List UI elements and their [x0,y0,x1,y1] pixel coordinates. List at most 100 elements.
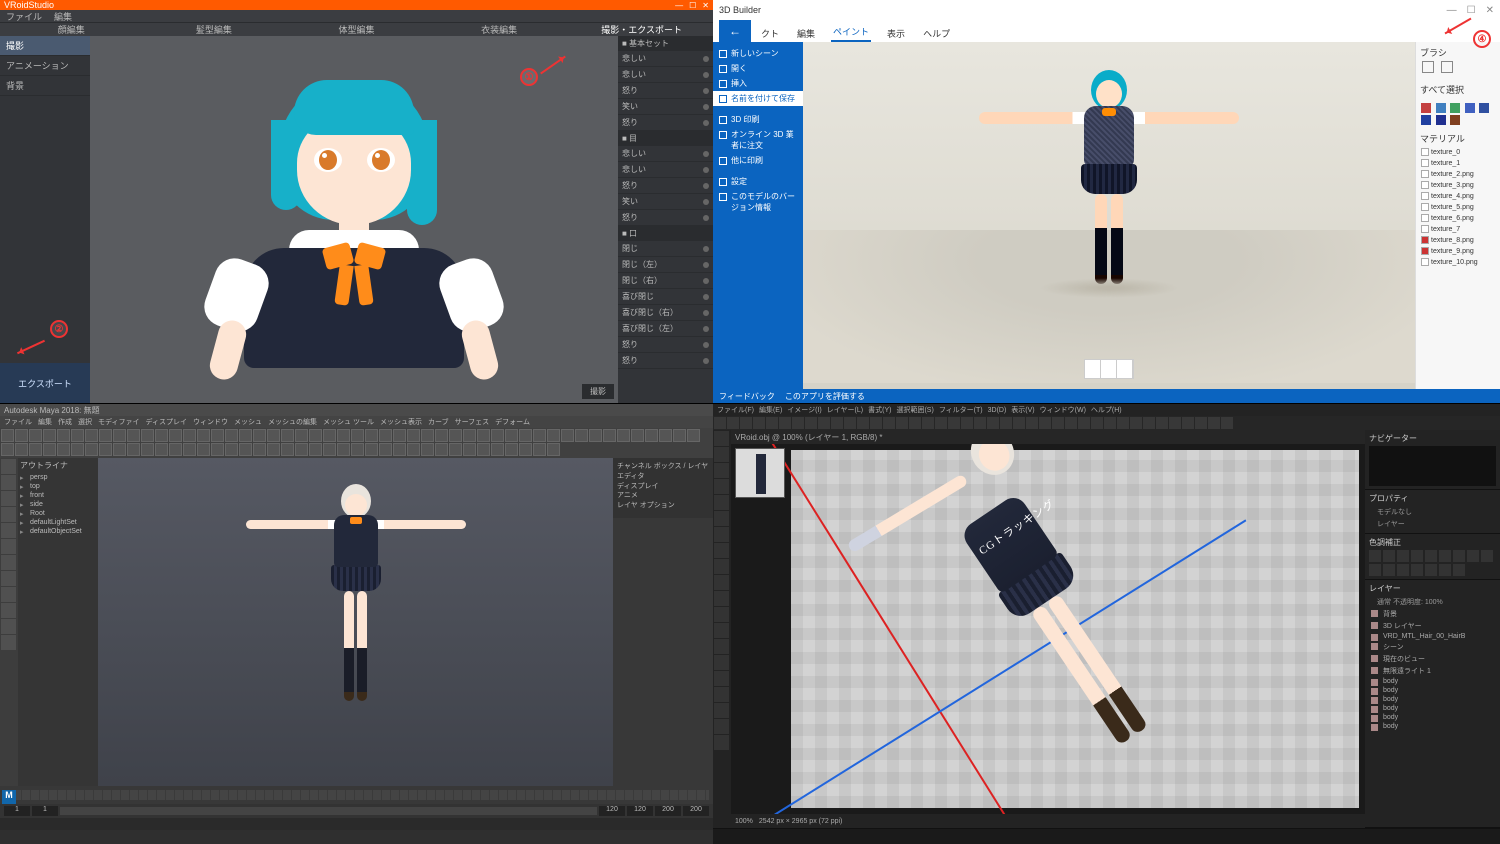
tool-icon[interactable] [1169,417,1181,429]
preset-item[interactable]: 悲しい [618,146,713,162]
shelf-icon[interactable] [225,443,238,456]
shelf-icon[interactable] [113,429,126,442]
tool-icon[interactable] [714,703,729,718]
adjust-icon[interactable] [1467,550,1479,562]
texture-row[interactable]: texture_8.png [1420,235,1496,245]
texture-row[interactable]: texture_5.png [1420,202,1496,212]
texture-row[interactable]: texture_10.png [1420,257,1496,267]
shelf-icon[interactable] [603,429,616,442]
builder-viewport[interactable] [803,42,1415,389]
vroid-mode-tabs[interactable]: 顔編集 髪型編集 体型編集 衣装編集 撮影・エクスポート [0,22,713,36]
tool-icon[interactable] [870,417,882,429]
shelf-icon[interactable] [323,429,336,442]
shelf-icon[interactable] [1,443,14,456]
tool-icon[interactable] [805,417,817,429]
shelf-icon[interactable] [365,429,378,442]
command-line[interactable] [0,818,713,830]
file-printother[interactable]: 他に印刷 [713,153,803,168]
tool-icon[interactable] [1143,417,1155,429]
layer-item[interactable]: body [1369,677,1496,686]
ae-toolbar[interactable]: for(let i=0;i<40;i++)document.write('<sp… [713,416,1500,430]
shelf-icon[interactable] [491,429,504,442]
adjust-icon[interactable] [1453,550,1465,562]
tool-icon[interactable] [714,655,729,670]
tool-icon[interactable] [714,719,729,734]
preset-item[interactable]: 笑い [618,194,713,210]
shelf-icon[interactable] [57,429,70,442]
maya-titlebar[interactable]: Autodesk Maya 2018: 無題 [0,404,713,416]
shelf-icon[interactable] [491,443,504,456]
shelf-icon[interactable] [393,443,406,456]
tool-icon[interactable] [1,507,16,522]
shelf-icon[interactable] [85,443,98,456]
tool-icon[interactable] [818,417,830,429]
tool-icon[interactable] [1104,417,1116,429]
builder-titlebar[interactable]: 3D Builder —☐✕ [713,0,1500,20]
tool-icon[interactable] [714,511,729,526]
tool-icon[interactable] [1195,417,1207,429]
shelf-icon[interactable] [15,443,28,456]
shelf-icon[interactable] [309,429,322,442]
tool-icon[interactable] [1,603,16,618]
tab-export[interactable]: 撮影・エクスポート [570,23,713,36]
shelf-icon[interactable] [141,429,154,442]
ae-toolbox[interactable]: for(let i=0;i<20;i++)document.write('<sp… [713,430,731,828]
shelf-icon[interactable] [99,429,112,442]
adjust-icon[interactable] [1425,564,1437,576]
tool-icon[interactable] [714,463,729,478]
shelf-icon[interactable] [267,429,280,442]
preset-item[interactable]: 悲しい [618,51,713,67]
swatch[interactable] [1465,103,1475,113]
shelf-icon[interactable] [435,443,448,456]
layer-item[interactable]: body [1369,713,1496,722]
texture-row[interactable]: texture_1 [1420,158,1496,168]
tool-icon[interactable] [1,635,16,650]
layer-item[interactable]: body [1369,686,1496,695]
shelf-icon[interactable] [239,443,252,456]
shelf-icon[interactable] [281,443,294,456]
shelf-icon[interactable] [407,429,420,442]
document-tab[interactable]: VRoid.obj @ 100% (レイヤー 1, RGB/8) * [731,430,1365,444]
tool-icon[interactable] [714,687,729,702]
vroid-menubar[interactable]: ファイル 編集 [0,10,713,22]
shelf-icon[interactable] [533,429,546,442]
shelf-icon[interactable] [659,429,672,442]
shelf-icon[interactable] [463,443,476,456]
shelf-icon[interactable] [141,443,154,456]
shelf-icon[interactable] [687,429,700,442]
tab-face[interactable]: 顔編集 [0,23,143,36]
shelf-icon[interactable] [169,429,182,442]
tool-icon[interactable] [1,587,16,602]
adjust-icon[interactable] [1439,564,1451,576]
tool-icon[interactable] [714,527,729,542]
feedback-link[interactable]: フィードバック [719,391,775,402]
tool-icon[interactable] [857,417,869,429]
shelf-icon[interactable] [589,429,602,442]
shelf-icon[interactable] [295,429,308,442]
shelf-icon[interactable] [43,443,56,456]
tool-icon[interactable] [1182,417,1194,429]
tool-icon[interactable] [896,417,908,429]
timeline[interactable] [0,786,713,804]
texture-row[interactable]: texture_9.png [1420,246,1496,256]
adjust-icon[interactable] [1481,550,1493,562]
shelf-icon[interactable] [85,429,98,442]
texture-row[interactable]: texture_4.png [1420,191,1496,201]
shelf-icon[interactable] [575,429,588,442]
adjust-icon[interactable] [1411,550,1423,562]
tool-icon[interactable] [1,459,16,474]
outliner-node[interactable]: persp [20,473,96,482]
shelf-icon[interactable] [365,443,378,456]
shelf-icon[interactable] [29,443,42,456]
maya-menubar[interactable]: ファイル編集 作成選択 モディファイディスプレイ ウィンドウメッシュ メッシュの… [0,416,713,428]
tool-icon[interactable] [961,417,973,429]
channel-box[interactable]: チャンネル ボックス / レイヤ エディタ ディスプレイ アニメ レイヤ オプシ… [613,458,713,518]
file-3dprint[interactable]: 3D 印刷 [713,112,803,127]
menu-edit[interactable]: 編集 [54,10,72,23]
preset-item[interactable]: 怒り [618,83,713,99]
shelf-icon[interactable] [407,443,420,456]
preset-item[interactable]: 悲しい [618,162,713,178]
texture-row[interactable]: texture_0 [1420,147,1496,157]
tool-icon[interactable] [766,417,778,429]
tool-icon[interactable] [714,671,729,686]
